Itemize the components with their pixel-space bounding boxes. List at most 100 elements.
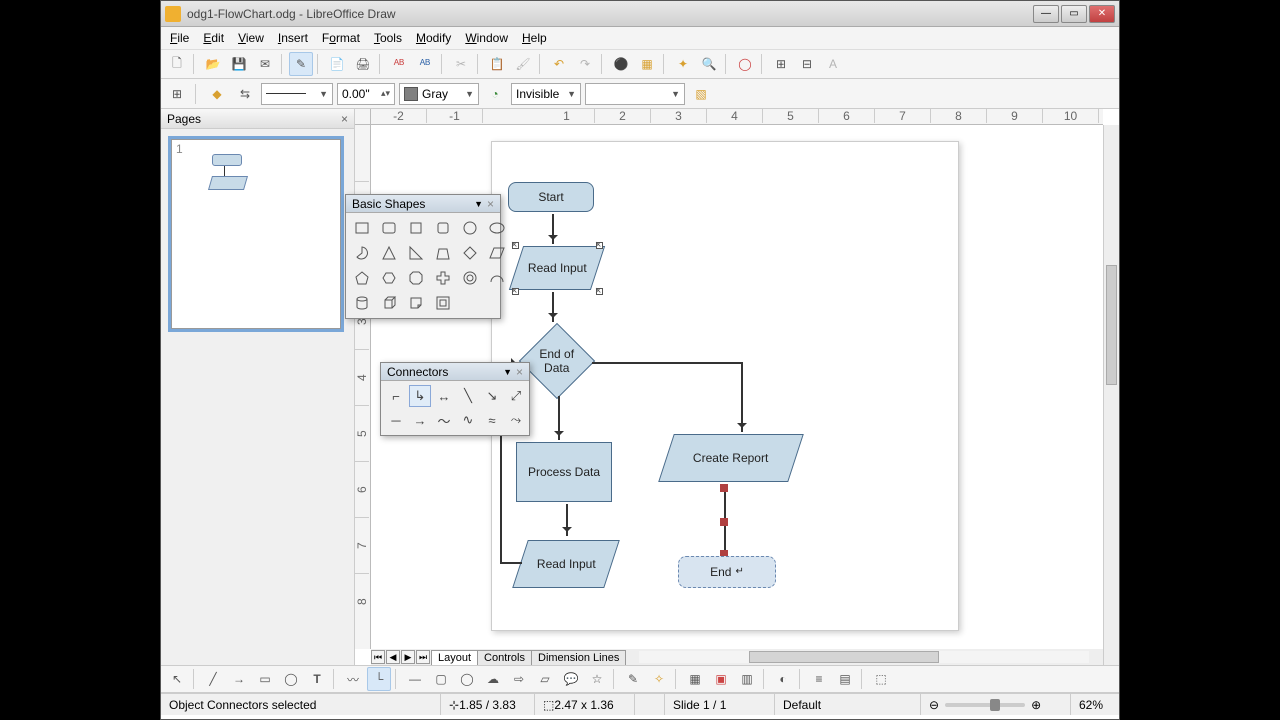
basic-shapes-title[interactable]: Basic Shapes▼× [346,195,500,213]
connector[interactable] [552,292,554,322]
connector[interactable] [558,396,560,440]
conn-curve-icon[interactable]: 〜 [433,409,455,431]
shape-ellipse-icon[interactable] [485,217,509,239]
shape-read-input-2[interactable]: Read Input [512,540,620,588]
connector[interactable] [566,504,568,536]
arrow-ends-icon[interactable]: ⇆ [233,82,257,106]
guides-icon[interactable]: ⊟ [795,52,819,76]
shape-righttri-icon[interactable] [404,242,428,264]
cut-icon[interactable]: ✂ [449,52,473,76]
menu-insert[interactable]: Insert [271,29,315,47]
shape-cross-icon[interactable] [431,267,455,289]
undo-icon[interactable]: ↶ [547,52,571,76]
new-icon[interactable]: 🗋 [165,52,189,76]
rectangle-icon[interactable]: ▭ [253,667,277,691]
save-icon[interactable]: 💾 [227,52,251,76]
connection-point-icon[interactable] [596,242,603,249]
conn-line-both-icon[interactable]: ⤢ [505,385,527,407]
pages-panel-close-icon[interactable]: × [341,112,348,126]
nav-next-icon[interactable]: ▶ [401,650,415,664]
conn-line-arrow-icon[interactable]: ↘ [481,385,503,407]
shape-arc-icon[interactable] [485,267,509,289]
connector[interactable] [592,362,742,364]
flowchart-icon[interactable]: ▱ [533,667,557,691]
export-pdf-icon[interactable]: 📄 [325,52,349,76]
zoom-value[interactable]: 62% [1071,694,1119,715]
basic-shapes-panel[interactable]: Basic Shapes▼× [345,194,501,319]
shape-circle-icon[interactable] [458,217,482,239]
menu-tools[interactable]: Tools [367,29,409,47]
align-icon[interactable]: ≡ [807,667,831,691]
email-icon[interactable]: ✉ [253,52,277,76]
shape-square-icon[interactable] [404,217,428,239]
conn-both-icon[interactable]: ↔ [433,385,455,407]
arrow-style-icon[interactable]: ⊞ [165,82,189,106]
fill-color-select[interactable]: ▼ [585,83,685,105]
zoom-icon[interactable]: 🔍 [697,52,721,76]
fill-style-select[interactable]: Invisible▼ [511,83,581,105]
shape-isotri-icon[interactable] [377,242,401,264]
callouts-icon[interactable]: 💬 [559,667,583,691]
menu-view[interactable]: View [231,29,271,47]
help-icon[interactable]: ◯ [733,52,757,76]
open-icon[interactable]: 📂 [201,52,225,76]
shape-pie-icon[interactable] [350,242,374,264]
gallery-icon[interactable]: ▥ [735,667,759,691]
conn-straight-icon[interactable]: ─ [385,409,407,431]
lines-icon[interactable]: — [403,667,427,691]
shape-ring-icon[interactable] [458,267,482,289]
extrusion-icon[interactable]: ⬚ [869,667,893,691]
conn-curve3-icon[interactable]: ≈ [481,409,503,431]
3d-icon[interactable]: ▢ [429,667,453,691]
minimize-button[interactable]: — [1033,5,1059,23]
horizontal-scrollbar[interactable] [639,651,1089,663]
print-icon[interactable]: 🖨 [351,52,375,76]
connectors-title[interactable]: Connectors▼× [381,363,529,381]
tab-controls[interactable]: Controls [477,650,532,665]
pointer-icon[interactable]: ↖ [165,667,189,691]
font-color-icon[interactable]: A [821,52,845,76]
points-icon[interactable]: ✎ [621,667,645,691]
fill-icon[interactable]: ◔ [483,82,507,106]
shape-rect-icon[interactable] [350,217,374,239]
connection-point-icon[interactable] [512,242,519,249]
tab-layout[interactable]: Layout [431,650,478,665]
vertical-scrollbar[interactable] [1103,125,1119,665]
connectors-panel[interactable]: Connectors▼× ⌐ ↳ ↔ ╲ ↘ ⤢ ─ → 〜 ∿ ≈ ⤳ [380,362,530,436]
shape-trapezoid-icon[interactable] [431,242,455,264]
line-style-icon[interactable]: ◆ [205,82,229,106]
connection-point-icon[interactable] [512,288,519,295]
tab-dimension-lines[interactable]: Dimension Lines [531,650,626,665]
shape-folded-icon[interactable] [404,292,428,314]
connection-point-icon[interactable] [596,288,603,295]
connector[interactable] [500,562,522,564]
shape-pentagon-icon[interactable] [350,267,374,289]
handle-icon[interactable] [720,484,728,492]
symbol-shapes-icon[interactable]: ☁ [481,667,505,691]
curve-icon[interactable]: 〰 [341,667,365,691]
conn-straight-arrow-icon[interactable]: → [409,409,431,431]
ellipse-icon[interactable]: ◯ [279,667,303,691]
glue-icon[interactable]: ✧ [647,667,671,691]
menu-format[interactable]: Format [315,29,367,47]
conn-curve2-icon[interactable]: ∿ [457,409,479,431]
autospell-icon[interactable]: ᴬᴮ [413,52,437,76]
stars-icon[interactable]: ☆ [585,667,609,691]
format-paint-icon[interactable]: 🖌 [511,52,535,76]
shape-cylinder-icon[interactable] [350,292,374,314]
connector-icon[interactable]: └ [367,667,391,691]
hyperlink-icon[interactable]: ⚫ [609,52,633,76]
connector[interactable] [552,214,554,244]
table-icon[interactable]: ▦ [635,52,659,76]
line-color-select[interactable]: Gray▼ [399,83,479,105]
basic-shapes-icon[interactable]: ◯ [455,667,479,691]
menu-window[interactable]: Window [458,29,515,47]
maximize-button[interactable]: ▭ [1061,5,1087,23]
shape-frame-icon[interactable] [431,292,455,314]
shape-octagon-icon[interactable] [404,267,428,289]
shadow-icon[interactable]: ▧ [689,82,713,106]
zoom-slider[interactable]: ⊖⊕ [921,694,1071,715]
spellcheck-icon[interactable]: ᴬᴮ [387,52,411,76]
rotate-icon[interactable]: ◐ [771,667,795,691]
close-button[interactable]: ✕ [1089,5,1115,23]
